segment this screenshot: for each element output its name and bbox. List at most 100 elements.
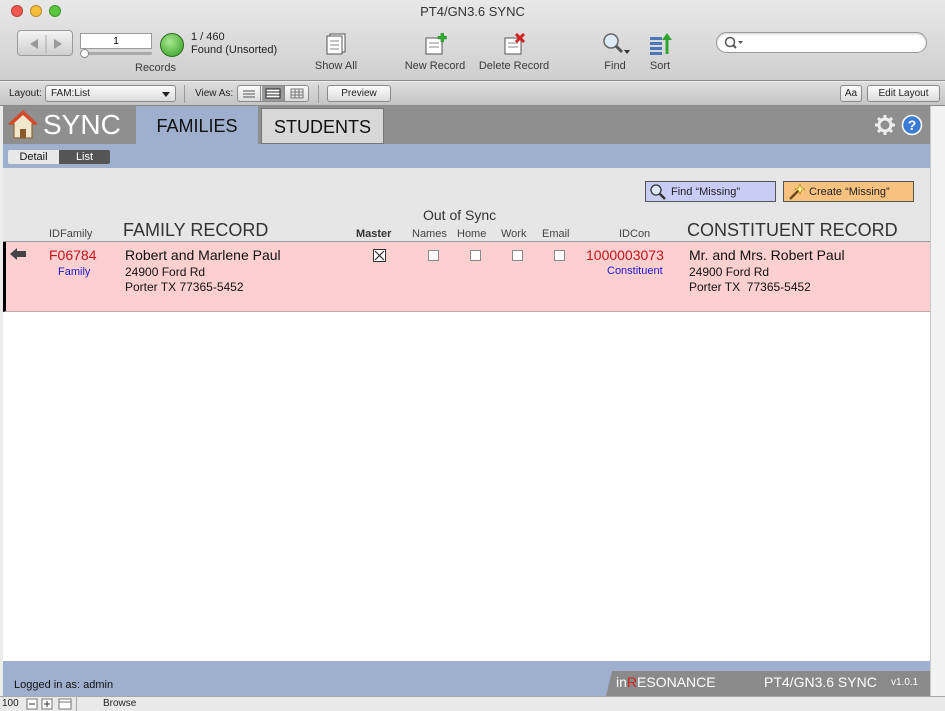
sort-button[interactable]: Sort xyxy=(645,32,675,72)
view-as-label: View As: xyxy=(195,88,234,99)
search-icon xyxy=(724,36,743,49)
view-as-table-button[interactable] xyxy=(286,86,309,101)
zoom-level[interactable]: 100 xyxy=(2,698,19,709)
footer-app-name: PT4/GN3.6 SYNC xyxy=(764,674,877,690)
record-slider[interactable] xyxy=(80,52,152,55)
id-con-value[interactable]: 1000003073 xyxy=(586,247,664,263)
tab-students[interactable]: STUDENTS xyxy=(261,108,384,144)
quick-find-field[interactable] xyxy=(716,32,927,53)
table-view-icon xyxy=(290,88,304,99)
inresonance-logo: inRESONANCE xyxy=(616,674,716,690)
sub-bar: Detail List xyxy=(3,144,930,168)
sort-icon xyxy=(650,33,672,55)
constituent-address-line2[interactable]: Porter TX 77365-5452 xyxy=(689,280,811,294)
delete-record-label: Delete Record xyxy=(478,60,550,72)
find-missing-button[interactable]: Find “Missing” xyxy=(645,181,776,202)
table-row[interactable]: F06784 Family Robert and Marlene Paul 24… xyxy=(3,242,930,312)
footer-version: v1.0.1 xyxy=(891,677,919,688)
find-label: Find xyxy=(604,60,626,72)
app-brand: SYNC xyxy=(43,109,121,140)
names-checkbox[interactable] xyxy=(428,250,439,261)
chevron-down-icon xyxy=(162,92,170,97)
toggle-status-area-icon[interactable] xyxy=(58,698,72,710)
col-master: Master xyxy=(356,228,392,240)
logo-rest: ESONANCE xyxy=(637,674,716,690)
email-checkbox[interactable] xyxy=(554,250,565,261)
subtab-list[interactable]: List xyxy=(59,150,110,164)
new-record-label: New Record xyxy=(404,60,466,72)
divider xyxy=(76,697,77,711)
tab-families[interactable]: FAMILIES xyxy=(136,106,258,144)
logged-in-status: Logged in as: admin xyxy=(14,679,114,691)
app-window: PT4/GN3.6 SYNC 1 / 460 Found (Unsorted) … xyxy=(0,0,945,711)
status-bar: 100 Browse xyxy=(0,696,945,711)
arrow-left-icon[interactable] xyxy=(9,247,27,261)
show-all-label: Show All xyxy=(314,60,358,72)
delete-record-button[interactable]: Delete Record xyxy=(476,32,552,72)
preview-button[interactable]: Preview xyxy=(327,85,391,102)
create-missing-button[interactable]: Create “Missing” xyxy=(783,181,914,202)
col-id-family: IDFamily xyxy=(49,228,93,240)
gear-icon[interactable] xyxy=(874,114,896,136)
constituent-type-link[interactable]: Constituent xyxy=(607,265,663,277)
zoom-out-icon[interactable] xyxy=(26,698,38,710)
find-magnifier-icon xyxy=(603,33,630,54)
find-button[interactable]: Find xyxy=(597,32,633,72)
help-icon[interactable]: ? xyxy=(901,114,923,136)
magic-wand-icon xyxy=(789,183,805,200)
sort-label: Sort xyxy=(649,60,671,72)
mode-indicator[interactable]: Browse xyxy=(103,698,136,709)
layout-content: SYNC FAMILIES STUDENTS ? Detail List Fin… xyxy=(3,106,930,696)
family-name[interactable]: Robert and Marlene Paul xyxy=(125,247,281,263)
col-home: Home xyxy=(457,228,487,240)
col-out-of-sync: Out of Sync xyxy=(423,207,497,223)
home-icon[interactable] xyxy=(8,110,38,140)
new-record-button[interactable]: New Record xyxy=(402,32,468,72)
app-header: SYNC FAMILIES STUDENTS ? Detail List xyxy=(3,106,930,168)
column-header-area: Find “Missing” Create “Missing” Out of S… xyxy=(3,168,930,242)
edit-layout-button[interactable]: Edit Layout xyxy=(867,85,940,102)
footer-brand-panel: inRESONANCE PT4/GN3.6 SYNC v1.0.1 xyxy=(606,671,930,696)
layout-select-value: FAM:List xyxy=(51,88,90,99)
show-all-button[interactable]: Show All xyxy=(306,32,366,72)
col-email: Email xyxy=(542,228,570,240)
records-label: Records xyxy=(135,62,176,74)
record-slider-thumb[interactable] xyxy=(80,49,89,58)
subtab-detail[interactable]: Detail xyxy=(8,150,59,164)
found-status: Found (Unsorted) xyxy=(191,44,278,56)
form-view-icon xyxy=(243,90,255,98)
logo-in: in xyxy=(616,674,627,690)
master-checkbox[interactable] xyxy=(373,249,386,262)
footer-bar: Logged in as: admin inRESONANCE PT4/GN3.… xyxy=(3,661,930,696)
create-missing-label: Create “Missing” xyxy=(809,186,890,198)
new-record-icon xyxy=(425,33,447,55)
col-constituent-record: CONSTITUENT RECORD xyxy=(687,220,898,240)
window-title: PT4/GN3.6 SYNC xyxy=(420,4,525,19)
window-toolbar: PT4/GN3.6 SYNC 1 / 460 Found (Unsorted) … xyxy=(0,0,945,81)
home-checkbox[interactable] xyxy=(470,250,481,261)
constituent-address-line1[interactable]: 24900 Ford Rd xyxy=(689,265,769,279)
view-as-segmented xyxy=(237,85,309,102)
layout-select[interactable]: FAM:List xyxy=(45,85,176,102)
records-status-icon xyxy=(160,33,184,57)
record-number-input[interactable] xyxy=(80,33,152,49)
show-all-icon xyxy=(326,33,346,55)
prev-next-record-icon xyxy=(30,35,62,53)
id-family-value[interactable]: F06784 xyxy=(49,247,96,263)
view-as-list-button[interactable] xyxy=(262,86,285,101)
svg-text:?: ? xyxy=(908,117,917,133)
vertical-scrollbar[interactable] xyxy=(930,106,945,696)
view-as-form-button[interactable] xyxy=(238,86,261,101)
col-work: Work xyxy=(501,228,527,240)
work-checkbox[interactable] xyxy=(512,250,523,261)
record-navigator[interactable] xyxy=(17,30,73,56)
constituent-name[interactable]: Mr. and Mrs. Robert Paul xyxy=(689,247,845,263)
checkbox-x-mark-icon xyxy=(374,250,385,261)
layout-bar: Layout: FAM:List View As: Preview Aa Edi… xyxy=(0,82,945,106)
find-missing-magnifier-icon xyxy=(650,184,666,200)
zoom-in-icon[interactable] xyxy=(41,698,53,710)
family-address-line2[interactable]: Porter TX 77365-5452 xyxy=(125,280,244,294)
text-format-button[interactable]: Aa xyxy=(840,85,862,102)
family-type-link[interactable]: Family xyxy=(58,266,90,278)
family-address-line1[interactable]: 24900 Ford Rd xyxy=(125,265,205,279)
